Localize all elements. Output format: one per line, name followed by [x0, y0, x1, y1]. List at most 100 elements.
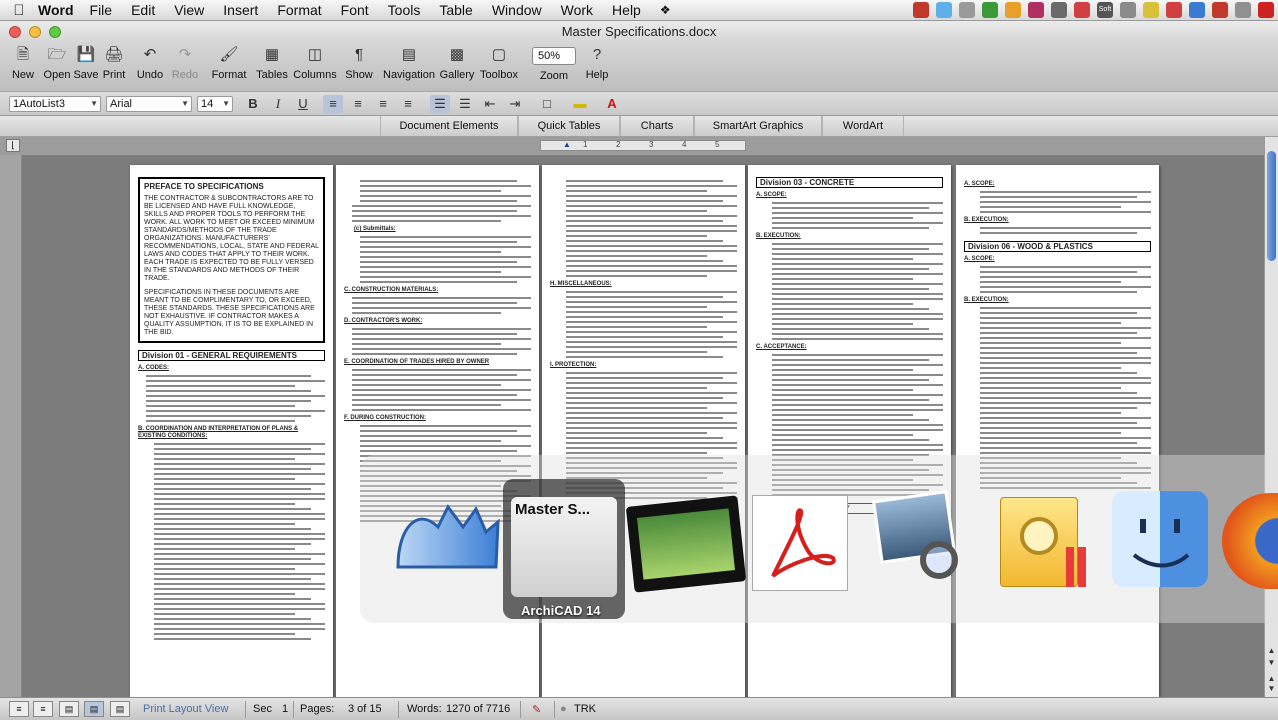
spelling-status-icon[interactable]: ✎	[532, 703, 541, 716]
tab-charts[interactable]: Charts	[620, 116, 694, 136]
app-icon-preview[interactable]	[870, 490, 962, 589]
menu-font[interactable]: Font	[341, 2, 369, 18]
numbered-list-button[interactable]: ☰	[430, 95, 450, 113]
menu-extra-icon[interactable]	[1166, 2, 1182, 18]
print-layout-view-button[interactable]: ▤	[84, 701, 104, 717]
menu-view[interactable]: View	[174, 2, 204, 18]
tab-document-elements[interactable]: Document Elements	[380, 116, 518, 136]
zoom-select[interactable]: 50%	[532, 47, 576, 65]
gallery-button[interactable]: ▩ Gallery	[438, 45, 476, 81]
menu-extra-icon[interactable]	[1143, 2, 1159, 18]
horizontal-ruler[interactable]: ⌊ ▲ 1 2 3 4 5	[0, 137, 1278, 155]
tables-button[interactable]: ▦ Tables	[254, 45, 290, 81]
zoom-window-button[interactable]	[49, 26, 61, 38]
script-menu-icon[interactable]: ❖	[660, 3, 671, 17]
tab-wordart[interactable]: WordArt	[822, 116, 904, 136]
section-heading: A. CODES:	[138, 365, 170, 371]
menu-tools[interactable]: Tools	[388, 2, 421, 18]
apple-menu-icon[interactable]: 	[0, 2, 38, 19]
scroll-up-icon[interactable]: ▲	[1266, 645, 1277, 656]
menu-window[interactable]: Window	[492, 2, 542, 18]
menu-extra-icon[interactable]	[1120, 2, 1136, 18]
menu-extra-icon[interactable]	[1235, 2, 1251, 18]
app-icon-firefox[interactable]	[1222, 493, 1278, 589]
app-icon-finder[interactable]	[1112, 491, 1208, 587]
menu-extra-icon[interactable]	[1005, 2, 1021, 18]
highlight-button[interactable]: ▬	[570, 95, 590, 113]
save-button[interactable]: 💾 Save	[72, 45, 100, 81]
draft-view-button[interactable]: ≡	[9, 701, 29, 717]
align-center-button[interactable]: ≡	[348, 95, 368, 113]
bold-button[interactable]: B	[243, 95, 263, 113]
menu-app-name[interactable]: Word	[38, 2, 74, 18]
indent-marker-icon[interactable]: ▲	[563, 140, 571, 149]
menu-extra-icon[interactable]	[1189, 2, 1205, 18]
document-page[interactable]: PREFACE TO SPECIFICATIONS THE CONTRACTOR…	[130, 165, 333, 697]
app-icon-imovie[interactable]	[625, 495, 747, 593]
app-icon-adobe-reader[interactable]	[752, 495, 848, 591]
zoom-control[interactable]: 50% Zoom	[530, 45, 578, 82]
toolbox-button[interactable]: ▢ Toolbox	[477, 45, 521, 81]
menu-insert[interactable]: Insert	[223, 2, 258, 18]
menu-file[interactable]: File	[90, 2, 113, 18]
decrease-indent-button[interactable]: ⇤	[480, 95, 500, 113]
show-button[interactable]: ¶ Show	[344, 45, 374, 81]
menu-extra-icon[interactable]	[1028, 2, 1044, 18]
underline-button[interactable]: U	[293, 95, 313, 113]
app-icon-outlook[interactable]	[994, 491, 1090, 597]
help-button[interactable]: ? Help	[583, 45, 611, 81]
menu-extra-icon[interactable]	[1074, 2, 1090, 18]
menu-extra-icon[interactable]	[1258, 2, 1274, 18]
section-heading: C. ACCEPTANCE:	[756, 344, 807, 350]
track-changes-label[interactable]: TRK	[574, 703, 596, 715]
format-button[interactable]: 🖌 Format	[209, 45, 249, 81]
style-select[interactable]: 1AutoList3 ▼	[9, 96, 101, 112]
minimize-window-button[interactable]	[29, 26, 41, 38]
menu-table[interactable]: Table	[439, 2, 472, 18]
open-button[interactable]: 🗁 Open	[41, 45, 73, 81]
align-right-button[interactable]: ≡	[373, 95, 393, 113]
menu-help[interactable]: Help	[612, 2, 641, 18]
italic-button[interactable]: I	[268, 95, 288, 113]
scrollbar-thumb[interactable]	[1267, 151, 1276, 261]
increase-indent-button[interactable]: ⇥	[505, 95, 525, 113]
print-button[interactable]: 🖨 Print	[100, 45, 128, 81]
font-size-select[interactable]: 14 ▼	[197, 96, 233, 112]
menu-extra-icon[interactable]	[982, 2, 998, 18]
justify-button[interactable]: ≡	[398, 95, 418, 113]
outline-view-button[interactable]: ≡	[33, 701, 53, 717]
tab-quick-tables[interactable]: Quick Tables	[518, 116, 620, 136]
font-select[interactable]: Arial ▼	[106, 96, 192, 112]
menu-extra-icon[interactable]	[913, 2, 929, 18]
scroll-down-icon[interactable]: ▼	[1266, 657, 1277, 668]
tab-stop-selector-icon[interactable]: ⌊	[6, 139, 20, 152]
vertical-ruler[interactable]	[0, 155, 22, 697]
notebook-view-button[interactable]: ▤	[110, 701, 130, 717]
publishing-view-button[interactable]: ▤	[59, 701, 79, 717]
align-left-button[interactable]: ≡	[323, 95, 343, 113]
borders-button[interactable]: □	[537, 95, 557, 113]
app-switcher-selection[interactable]: Master S... ArchiCAD 14	[503, 479, 625, 619]
close-window-button[interactable]	[9, 26, 21, 38]
menu-extra-icon[interactable]	[1212, 2, 1228, 18]
undo-button[interactable]: ↶ Undo	[134, 45, 166, 81]
menu-work[interactable]: Work	[561, 2, 593, 18]
menu-extra-icon[interactable]	[959, 2, 975, 18]
menu-format[interactable]: Format	[277, 2, 321, 18]
menu-extra-icon[interactable]	[1051, 2, 1067, 18]
menu-edit[interactable]: Edit	[131, 2, 155, 18]
menu-extra-icon[interactable]: Soft	[1097, 2, 1113, 18]
next-page-icon[interactable]: ▼	[1266, 683, 1277, 694]
section-heading: (c) Submittals:	[354, 226, 396, 232]
tab-smartart-graphics[interactable]: SmartArt Graphics	[694, 116, 822, 136]
menu-extra-icon[interactable]	[936, 2, 952, 18]
navigation-button[interactable]: ▤ Navigation	[381, 45, 437, 81]
new-button[interactable]: 🗎 New	[7, 45, 39, 81]
columns-button[interactable]: ◫ Columns	[292, 45, 338, 81]
redo-button[interactable]: ↷ Redo	[170, 45, 200, 81]
bulleted-list-button[interactable]: ☰	[455, 95, 475, 113]
ruler-scale[interactable]: ▲ 1 2 3 4 5	[540, 140, 746, 151]
app-icon-rowmote[interactable]	[388, 497, 508, 587]
font-color-button[interactable]: A	[602, 95, 622, 113]
track-changes-icon[interactable]: ●	[560, 703, 567, 715]
